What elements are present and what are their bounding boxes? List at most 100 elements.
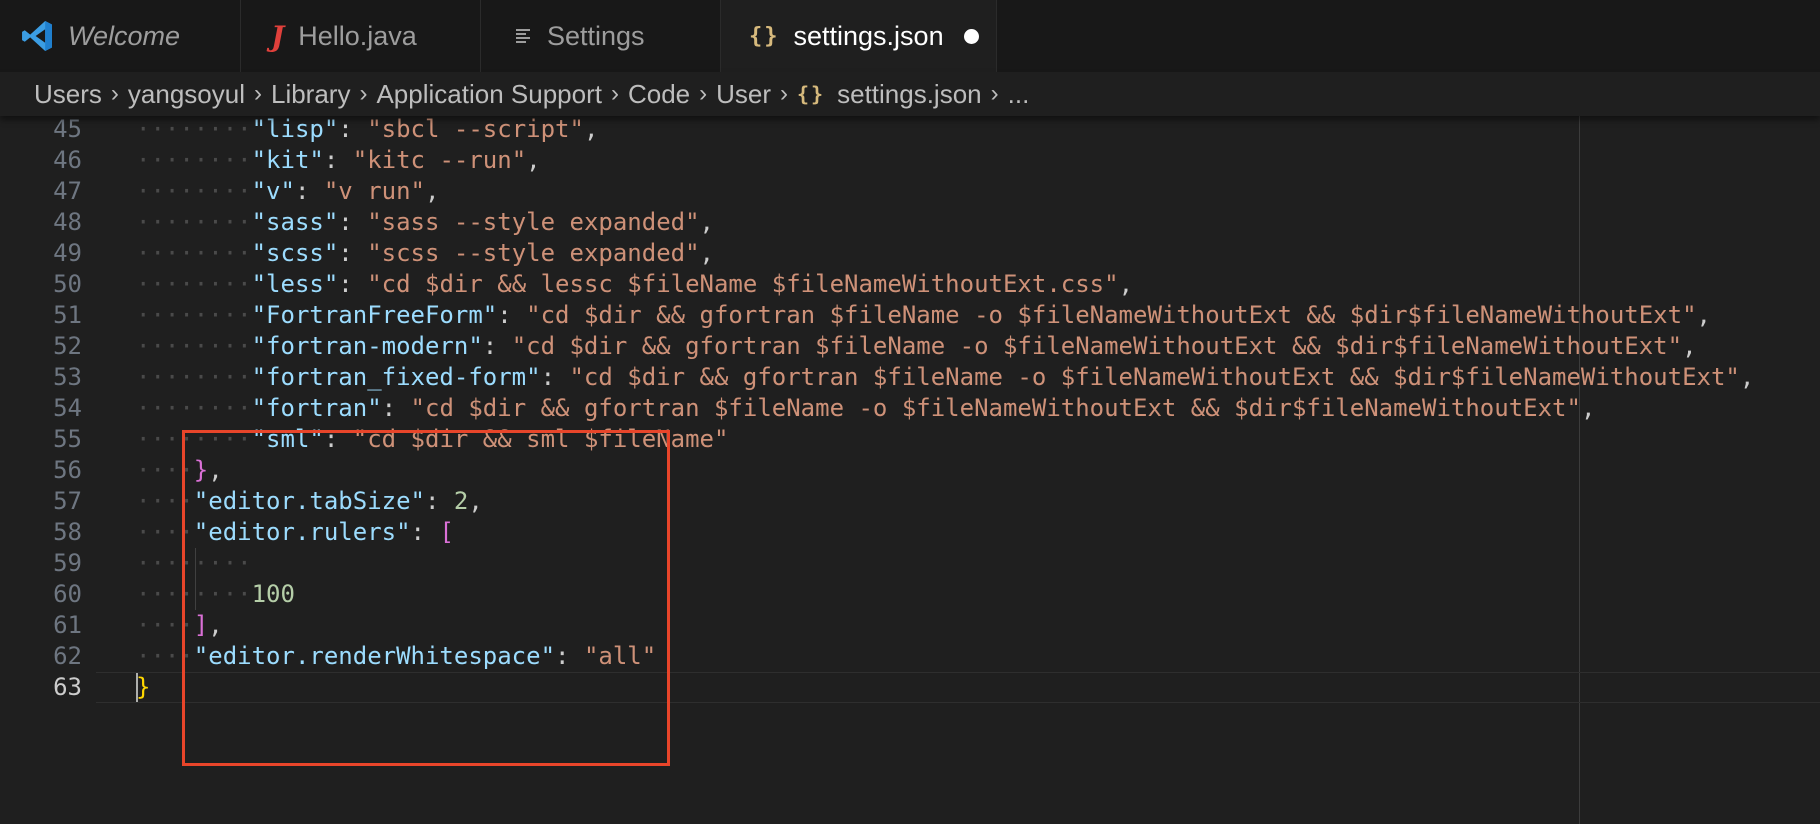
line-number: 51	[53, 301, 82, 329]
json-string-value: "scss --style expanded"	[367, 239, 700, 267]
json-string-value: "cd $dir && gfortran $fileName -o $fileN…	[511, 332, 1683, 360]
line-number: 60	[53, 580, 82, 608]
json-colon: :	[294, 177, 324, 205]
line-number: 49	[53, 239, 82, 267]
json-number-value: 2	[453, 487, 469, 515]
code-line[interactable]: 52 ········"fortran-modern": "cd $dir && …	[0, 331, 1820, 362]
json-colon: :	[482, 332, 512, 360]
code-text: ········"kit": "kitc --run",	[136, 145, 541, 176]
line-number: 57	[53, 487, 82, 515]
json-string-value: "sass --style expanded"	[367, 208, 700, 236]
chevron-right-icon: ›	[699, 80, 708, 107]
whitespace-dots: ········	[136, 146, 252, 174]
code-line[interactable]: 61 ····],	[0, 610, 1820, 641]
line-number: 59	[53, 549, 82, 577]
indent-guide	[195, 548, 196, 610]
tab-hello-java[interactable]: J Hello.java	[241, 0, 481, 72]
code-text: }	[136, 672, 150, 703]
code-line[interactable]: 55 ········"sml": "cd $dir && sml $fileNa…	[0, 424, 1820, 455]
tab-bar: Welcome J Hello.java Settings {} setting…	[0, 0, 1820, 72]
line-number: 48	[53, 208, 82, 236]
json-comma: ,	[1739, 363, 1755, 391]
code-line[interactable]: 47 ········"v": "v run",	[0, 176, 1820, 207]
code-line[interactable]: 63}	[0, 672, 1820, 703]
json-braces-icon: {}	[797, 82, 826, 106]
code-line[interactable]: 59 ········	[0, 548, 1820, 579]
unsaved-changes-dot-icon[interactable]	[963, 28, 979, 44]
breadcrumb-item-yangsoyul[interactable]: yangsoyul	[128, 79, 245, 110]
tab-welcome[interactable]: Welcome	[0, 0, 241, 72]
json-number-value: 100	[251, 580, 295, 608]
code-line[interactable]: 56 ····},	[0, 455, 1820, 486]
json-comma: ,	[468, 487, 483, 515]
code-text: ····},	[136, 455, 223, 486]
code-line[interactable]: 57 ····"editor.tabSize": 2,	[0, 486, 1820, 517]
json-string-value: "cd $dir && gfortran $fileName -o $fileN…	[526, 301, 1697, 329]
code-editor[interactable]: 45 ········"lisp": "sbcl --script", 46 ····…	[0, 116, 1820, 824]
json-comma: ,	[1118, 270, 1134, 298]
whitespace-dots: ········	[136, 549, 252, 577]
code-text: ········"sml": "cd $dir && sml $fileName…	[136, 424, 728, 455]
json-string-value: "all"	[583, 642, 657, 670]
code-line[interactable]: 54 ········"fortran": "cd $dir && gfortra…	[0, 393, 1820, 424]
json-key: "less"	[251, 270, 339, 298]
breadcrumb-item-settings-json[interactable]: {} settings.json	[797, 79, 982, 110]
breadcrumb-item-library[interactable]: Library	[271, 79, 350, 110]
code-line[interactable]: 60 ········100	[0, 579, 1820, 610]
breadcrumb-item-settings-json-label: settings.json	[837, 78, 982, 109]
code-line[interactable]: 51 ········"FortranFreeForm": "cd $dir &&…	[0, 300, 1820, 331]
json-comma: ,	[208, 611, 223, 639]
json-string-value: "v run"	[323, 177, 426, 205]
json-colon: :	[338, 270, 368, 298]
json-colon: :	[338, 116, 368, 143]
chevron-right-icon: ›	[110, 80, 119, 107]
json-comma: ,	[1682, 332, 1697, 360]
tab-settings-json[interactable]: {} settings.json	[721, 0, 997, 72]
code-text: ········"less": "cd $dir && lessc $fileN…	[136, 269, 1133, 300]
json-colon: :	[338, 239, 368, 267]
breadcrumb-item-user[interactable]: User	[716, 79, 771, 110]
json-bracket: }	[193, 456, 209, 484]
json-bracket: [	[439, 518, 454, 546]
code-text: ····"editor.rulers": [	[136, 517, 454, 548]
json-key: "kit"	[251, 146, 324, 174]
breadcrumb: Users › yangsoyul › Library › Applicatio…	[0, 72, 1820, 116]
json-key: "sass"	[251, 208, 339, 236]
line-number: 45	[53, 116, 82, 143]
line-number: 52	[53, 332, 82, 360]
json-key: "editor.renderWhitespace"	[193, 642, 556, 670]
code-text: ········"sass": "sass --style expanded",	[136, 207, 714, 238]
json-comma: ,	[425, 177, 440, 205]
code-line[interactable]: 48 ········"sass": "sass --style expanded…	[0, 207, 1820, 238]
breadcrumb-item-symbols[interactable]: ...	[1008, 79, 1030, 110]
tab-settings[interactable]: Settings	[481, 0, 721, 72]
code-line[interactable]: 50 ········"less": "cd $dir && lessc $fil…	[0, 269, 1820, 300]
json-comma: ,	[1580, 394, 1596, 422]
code-text: ········"lisp": "sbcl --script",	[136, 116, 598, 145]
json-comma: ,	[699, 208, 714, 236]
breadcrumb-item-users[interactable]: Users	[34, 79, 102, 110]
breadcrumb-item-code[interactable]: Code	[628, 79, 690, 110]
json-key: "editor.rulers"	[193, 518, 411, 546]
vscode-logo-icon	[20, 19, 54, 53]
json-comma: ,	[526, 146, 541, 174]
json-key: "fortran"	[251, 394, 382, 422]
whitespace-dots: ········	[136, 363, 252, 391]
line-number: 46	[53, 146, 82, 174]
code-line[interactable]: 46 ········"kit": "kitc --run",	[0, 145, 1820, 176]
json-comma: ,	[208, 456, 223, 484]
code-line[interactable]: 58 ····"editor.rulers": [	[0, 517, 1820, 548]
json-string-value: "cd $dir && gfortran $fileName -o $fileN…	[410, 394, 1581, 422]
breadcrumb-item-application-support[interactable]: Application Support	[376, 79, 601, 110]
json-comma: ,	[699, 239, 714, 267]
json-colon: :	[540, 363, 570, 391]
tab-welcome-label: Welcome	[68, 20, 181, 51]
whitespace-dots: ····	[136, 518, 194, 546]
json-string-value: "kitc --run"	[352, 146, 527, 174]
whitespace-dots: ········	[136, 270, 252, 298]
code-line[interactable]: 62 ····"editor.renderWhitespace": "all"	[0, 641, 1820, 672]
code-line[interactable]: 45 ········"lisp": "sbcl --script",	[0, 116, 1820, 145]
json-key: "fortran_fixed-form"	[251, 363, 541, 391]
code-line[interactable]: 53 ········"fortran_fixed-form": "cd $dir…	[0, 362, 1820, 393]
code-line[interactable]: 49 ········"scss": "scss --style expanded…	[0, 238, 1820, 269]
